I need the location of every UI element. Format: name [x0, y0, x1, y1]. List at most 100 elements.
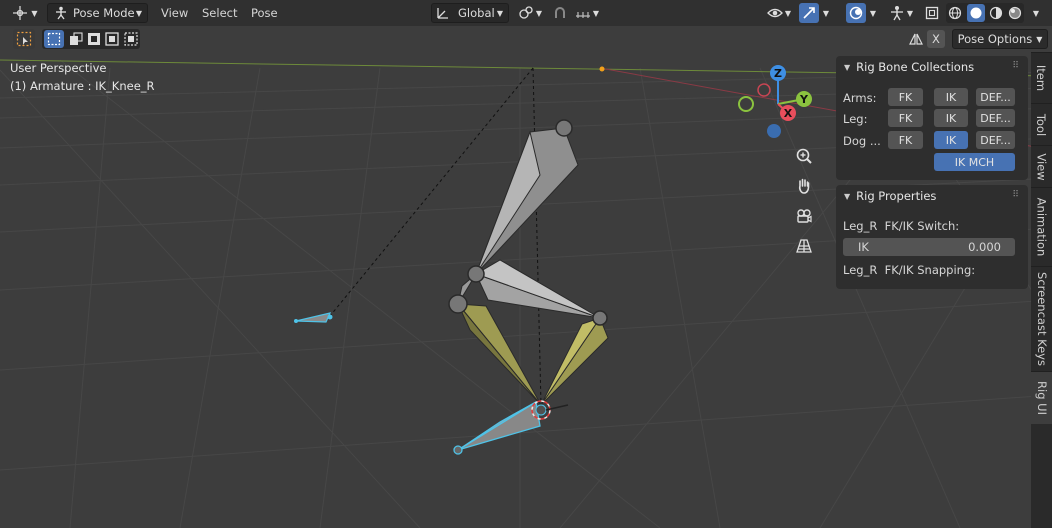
ik-mch-button[interactable]: IK MCH: [934, 153, 1015, 171]
snap-toggle[interactable]: [549, 3, 571, 23]
fk-ik-switch-field[interactable]: IK 0.000: [843, 238, 1015, 256]
sidebar-tabs: Item Tool View Animation Screencast Keys…: [1031, 52, 1052, 528]
rig-bone-collections-header[interactable]: ▼ Rig Bone Collections ⠿: [836, 56, 1028, 78]
menu-view[interactable]: View: [161, 6, 188, 20]
arms-fk-button[interactable]: FK: [888, 88, 923, 106]
material-shading-icon[interactable]: [989, 6, 1003, 20]
overlays-icon: [849, 6, 863, 20]
select-subtract-icon[interactable]: [87, 32, 101, 46]
menu-select[interactable]: Select: [202, 6, 237, 20]
dog-fk-button[interactable]: FK: [888, 131, 923, 149]
bone-overlay-button[interactable]: ▼: [885, 3, 917, 23]
fk-ik-field-name: IK: [858, 240, 869, 254]
selection-mode-group: [42, 29, 140, 49]
tab-screencast-keys[interactable]: Screencast Keys: [1031, 266, 1052, 371]
chevron-down-icon: ▼: [869, 8, 877, 18]
arms-ik-button[interactable]: IK: [934, 88, 968, 106]
select-box-icon: [16, 31, 32, 47]
fk-ik-field-value: 0.000: [968, 240, 1001, 254]
pivot-point-button[interactable]: ▼: [514, 3, 546, 23]
row-label-leg: Leg:: [843, 112, 868, 126]
gizmo-z-axis[interactable]: Z: [770, 65, 786, 81]
chevron-down-icon: ▼: [535, 8, 543, 18]
zoom-icon[interactable]: [791, 143, 817, 169]
viewport-perspective-label: User Perspective: [10, 61, 107, 75]
drag-handle-icon[interactable]: ⠿: [1012, 61, 1019, 71]
select-intersect-icon[interactable]: [124, 32, 138, 46]
snap-target-button[interactable]: ▼: [572, 3, 602, 23]
wireframe-shading-icon[interactable]: [948, 6, 962, 20]
viewport-header: ▼ Pose Mode ▼ View Select Pose Global ▼ …: [0, 0, 1052, 26]
pan-hand-icon[interactable]: [791, 173, 817, 199]
xray-icon: [925, 6, 939, 20]
eye-icon: [767, 6, 783, 20]
leg-def-button[interactable]: DEF...: [976, 109, 1015, 127]
rendered-shading-icon[interactable]: [1008, 6, 1022, 20]
chevron-down-icon: ▼: [135, 8, 142, 18]
chevron-down-icon: ▼: [496, 8, 503, 18]
gizmo-toggle[interactable]: [799, 3, 819, 23]
select-tool-button[interactable]: [13, 29, 35, 49]
fk-ik-snapping-label: Leg_R FK/IK Snapping:: [843, 263, 976, 277]
chevron-down-icon: ▼: [784, 8, 792, 18]
shading-dropdown[interactable]: ▼: [1027, 3, 1045, 23]
rig-bone-collections-panel: ▼ Rig Bone Collections ⠿ Arms: FK IK DEF…: [836, 56, 1028, 180]
tool-settings-bar: X Pose Options ▼: [0, 26, 1052, 52]
arms-def-button[interactable]: DEF...: [976, 88, 1015, 106]
tab-rig-ui[interactable]: Rig UI: [1031, 371, 1052, 424]
tab-view[interactable]: View: [1031, 145, 1052, 187]
gizmo-x-axis[interactable]: X: [780, 105, 796, 121]
visibility-button[interactable]: ▼: [764, 3, 794, 23]
tab-tool[interactable]: Tool: [1031, 103, 1052, 145]
pose-mode-icon: [54, 6, 68, 20]
gizmo-dropdown[interactable]: ▼: [820, 3, 832, 23]
menu-pose[interactable]: Pose: [251, 6, 278, 20]
bone-pose-icon: [889, 5, 905, 21]
chevron-down-icon: ▼: [906, 8, 914, 18]
select-new-icon[interactable]: [44, 30, 65, 48]
xray-toggle[interactable]: [922, 3, 942, 23]
gizmo-icon: [802, 6, 816, 20]
snap-increment-icon: [575, 6, 591, 20]
select-extend-icon[interactable]: [69, 32, 83, 46]
dog-def-button[interactable]: DEF...: [976, 131, 1015, 149]
overlays-toggle[interactable]: [846, 3, 866, 23]
rig-bone-collections-title: Rig Bone Collections: [856, 60, 975, 74]
leg-fk-button[interactable]: FK: [888, 109, 923, 127]
chevron-down-icon: ▼: [1032, 8, 1040, 18]
solid-shading-icon[interactable]: [966, 4, 985, 22]
editor-type-icon: [12, 5, 28, 21]
tab-animation[interactable]: Animation: [1031, 187, 1052, 266]
chevron-down-icon: ▼: [822, 8, 830, 18]
orientation-label: Global: [458, 6, 495, 20]
perspective-grid-icon[interactable]: [791, 233, 817, 259]
select-invert-icon[interactable]: [105, 32, 120, 46]
mode-label: Pose Mode: [73, 6, 135, 20]
dog-ik-button[interactable]: IK: [934, 131, 968, 149]
chevron-down-icon: ▼: [844, 191, 851, 201]
camera-view-icon[interactable]: [791, 203, 817, 229]
magnet-icon: [553, 6, 567, 20]
mode-dropdown[interactable]: Pose Mode ▼: [47, 3, 148, 23]
gizmo-y-axis[interactable]: Y: [796, 91, 812, 107]
mirror-icon[interactable]: [906, 29, 926, 49]
tab-item[interactable]: Item: [1031, 52, 1052, 103]
row-label-dog: Dog ...: [843, 134, 881, 148]
overlays-dropdown[interactable]: ▼: [867, 3, 879, 23]
pose-options-dropdown[interactable]: Pose Options ▼: [952, 29, 1048, 49]
shading-mode-group: [946, 3, 1024, 23]
leg-ik-button[interactable]: IK: [934, 109, 968, 127]
rig-properties-header[interactable]: ▼ Rig Properties ⠿: [836, 185, 1028, 207]
editor-type-button[interactable]: ▼: [8, 3, 42, 23]
row-label-arms: Arms:: [843, 91, 877, 105]
mirror-x-toggle[interactable]: X: [927, 30, 945, 48]
rig-properties-panel: ▼ Rig Properties ⠿ Leg_R FK/IK Switch: I…: [836, 185, 1028, 289]
viewport-object-info: (1) Armature : IK_Knee_R: [10, 79, 155, 93]
pose-options-label: Pose Options: [957, 32, 1033, 46]
chevron-down-icon: ▼: [592, 8, 600, 18]
pivot-icon: [518, 5, 534, 21]
chevron-down-icon: ▼: [844, 62, 851, 72]
transform-orientation-dropdown[interactable]: Global ▼: [431, 3, 509, 23]
chevron-down-icon: ▼: [31, 8, 38, 18]
drag-handle-icon[interactable]: ⠿: [1012, 190, 1019, 200]
